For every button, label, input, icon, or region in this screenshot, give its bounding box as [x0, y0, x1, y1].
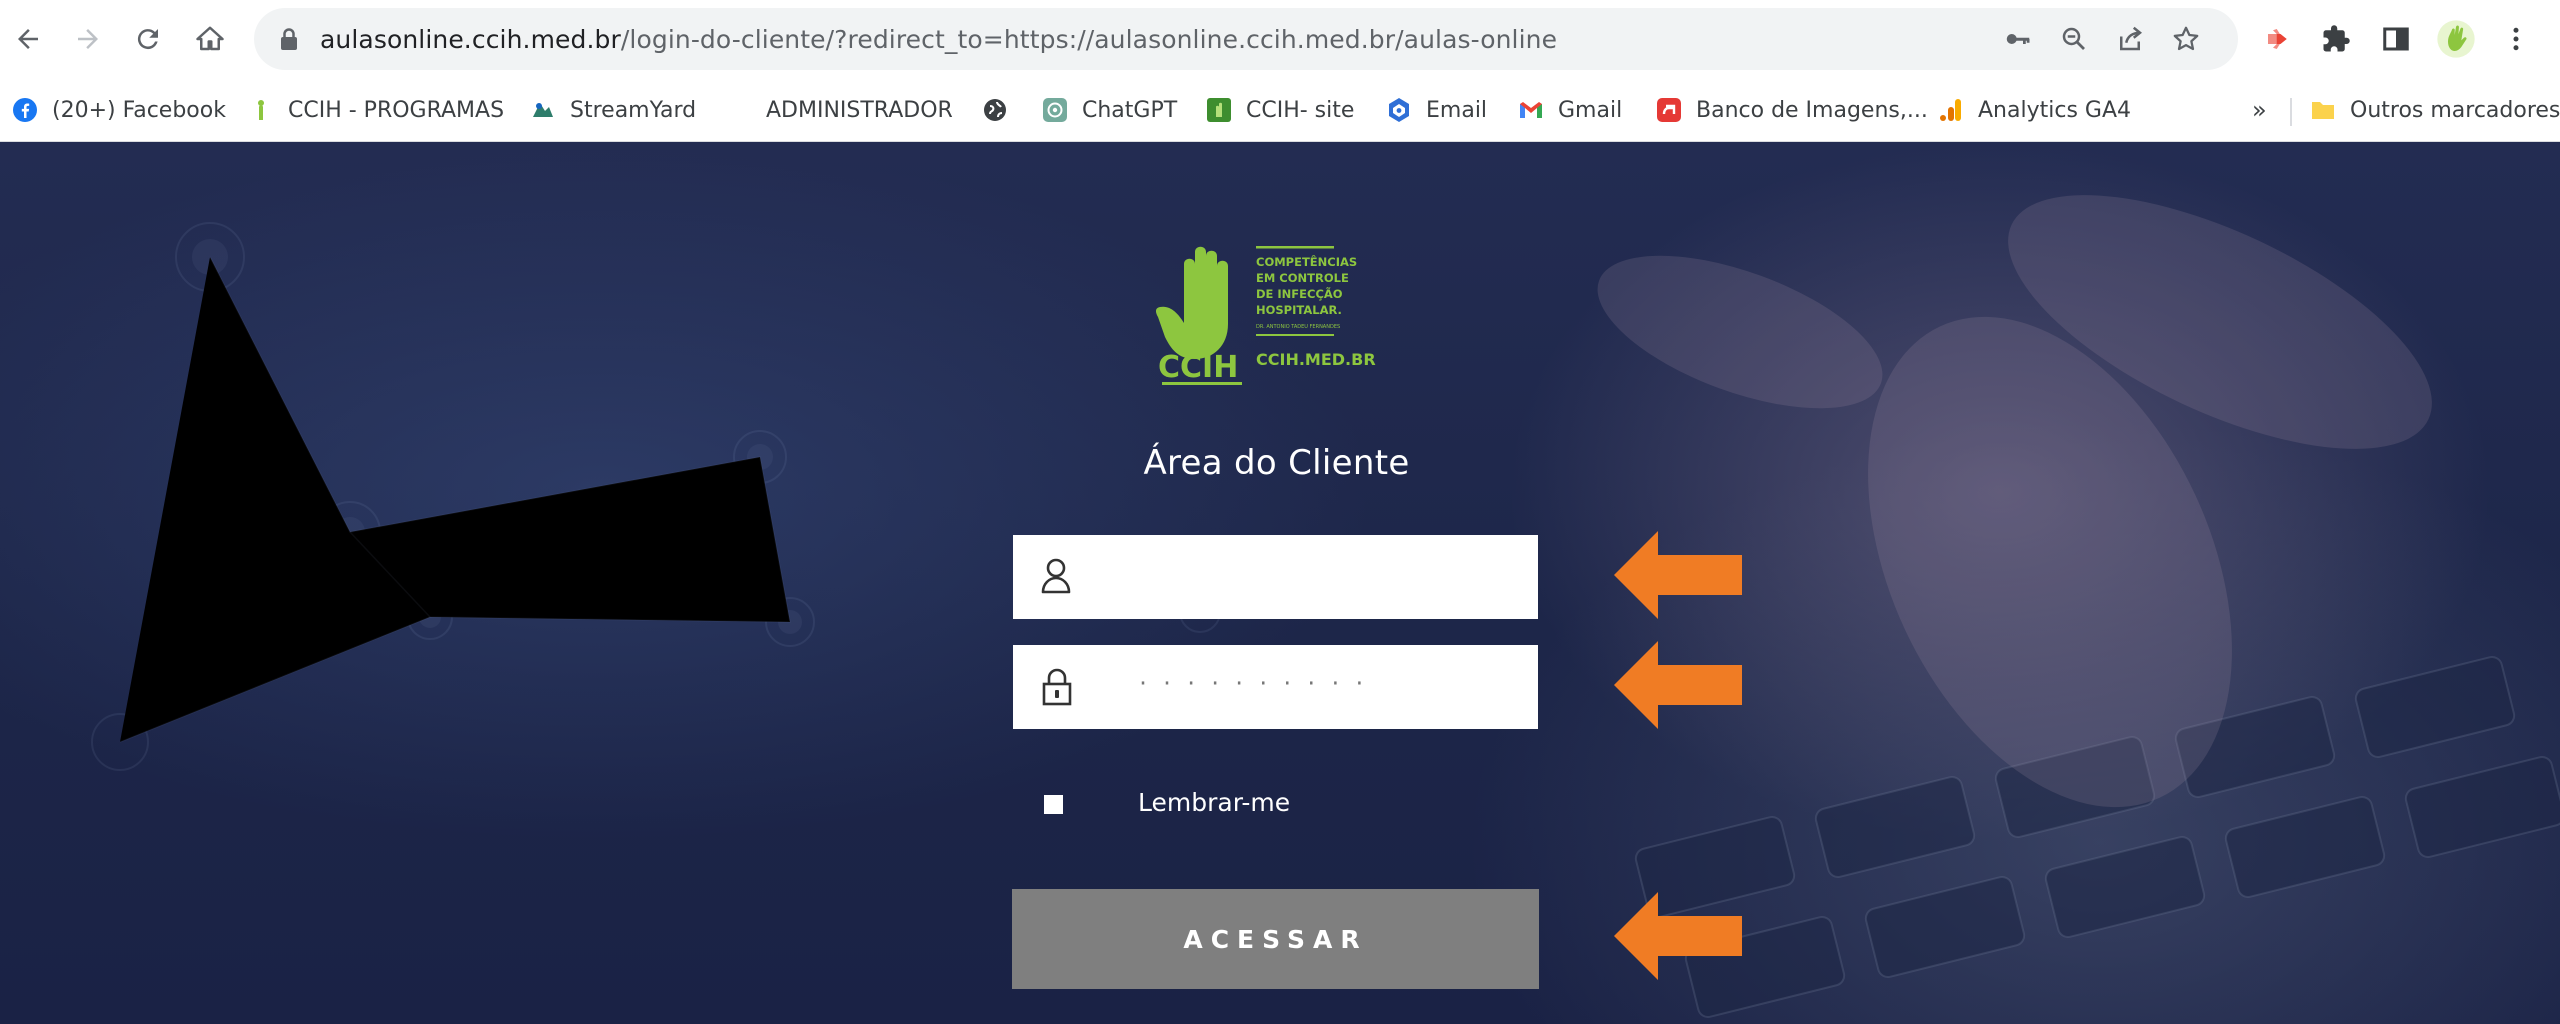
ccih-logo: CCIH COMPETÊNCIAS EM CONTROLE DE INFECÇÃ…: [1156, 246, 1376, 385]
bookmark-label: ADMINISTRADOR: [766, 97, 953, 123]
bookmark-label: (20+) Facebook: [52, 97, 226, 123]
orange-arrow-icon: [1614, 531, 1742, 619]
bookmark-email[interactable]: Email: [1386, 92, 1487, 128]
share-icon[interactable]: [2112, 21, 2148, 57]
bookmark-administrador[interactable]: ADMINISTRADOR: [766, 92, 953, 128]
address-bar[interactable]: aulasonline.ccih.med.br/login-do-cliente…: [254, 8, 2238, 70]
remember-me-label[interactable]: Lembrar-me: [1138, 788, 1290, 817]
password-field[interactable]: ··········: [1013, 645, 1538, 729]
zoom-icon[interactable]: [2056, 21, 2092, 57]
bookmark-banco-imagens[interactable]: Banco de Imagens,...: [1656, 92, 1928, 128]
username-input[interactable]: [1093, 535, 1523, 619]
reload-icon[interactable]: [126, 17, 170, 61]
bookmark-label: CCIH- site: [1246, 97, 1355, 123]
gmail-icon: [1518, 97, 1544, 123]
logo-site: CCIH.MED.BR: [1256, 350, 1376, 369]
bookmark-globe[interactable]: [982, 92, 1022, 128]
chatgpt-icon: [1042, 97, 1068, 123]
url-path: /login-do-cliente/?redirect_to=https://a…: [620, 25, 1558, 54]
folder-icon: [2310, 97, 2336, 123]
logo-brand: CCIH: [1158, 350, 1238, 385]
lock-icon[interactable]: [278, 27, 300, 51]
ccih-icon: [248, 97, 274, 123]
remember-me-row[interactable]: Lembrar-me: [1044, 786, 1290, 822]
globe-icon: [982, 97, 1008, 123]
orange-arrow-icon: [1614, 892, 1742, 980]
bookmark-label: Banco de Imagens,...: [1696, 97, 1928, 123]
bookmark-label: Gmail: [1558, 97, 1623, 123]
access-button[interactable]: ACESSAR: [1012, 889, 1539, 989]
ccih-site-icon: [1206, 97, 1232, 123]
key-icon[interactable]: [2000, 21, 2036, 57]
bookmark-gmail[interactable]: Gmail: [1518, 92, 1622, 128]
side-panel-icon[interactable]: [2376, 19, 2416, 59]
home-icon[interactable]: [188, 17, 232, 61]
password-mask[interactable]: ··········: [1137, 671, 1377, 695]
image-bank-icon: [1656, 97, 1682, 123]
bookmark-chatgpt[interactable]: ChatGPT: [1042, 92, 1177, 128]
bookmark-label: ChatGPT: [1082, 97, 1178, 123]
star-icon[interactable]: [2168, 21, 2204, 57]
bookmark-label: Email: [1426, 97, 1488, 123]
bookmark-streamyard[interactable]: StreamYard: [530, 92, 696, 128]
bookmark-ccih-site[interactable]: CCIH- site: [1206, 92, 1354, 128]
analytics-icon: [1938, 97, 1964, 123]
more-menu-icon[interactable]: [2496, 19, 2536, 59]
profile-icon[interactable]: [2434, 17, 2478, 61]
browser-toolbar: aulasonline.ccih.med.br/login-do-cliente…: [0, 0, 2560, 78]
overflow-chevron: »: [2252, 96, 2267, 124]
user-icon: [1041, 558, 1071, 594]
logo-line4: HOSPITALAR.: [1256, 303, 1342, 317]
logo-line3: DE INFECÇÃO: [1256, 286, 1343, 301]
bookmarks-overflow-button[interactable]: »: [2252, 92, 2267, 128]
back-arrow-icon[interactable]: [6, 17, 50, 61]
email-icon: [1386, 97, 1412, 123]
logo-line5: DR. ANTONIO TADEU FERNANDES: [1256, 324, 1340, 330]
username-field[interactable]: [1013, 535, 1538, 619]
padlock-icon: [1042, 668, 1072, 706]
bookmark-facebook[interactable]: (20+) Facebook: [12, 92, 226, 128]
bookmark-label: StreamYard: [570, 97, 697, 123]
remember-me-checkbox[interactable]: [1044, 794, 1063, 814]
orange-arrow-icon: [1614, 641, 1742, 729]
bookmarks-divider: [2290, 98, 2292, 126]
puzzle-icon[interactable]: [2316, 19, 2356, 59]
extension-icon[interactable]: [2258, 19, 2298, 59]
bookmarks-bar: (20+) Facebook CCIH - PROGRAMAS StreamYa…: [0, 78, 2560, 142]
bookmark-label: CCIH - PROGRAMAS: [288, 97, 505, 123]
facebook-icon: [12, 97, 38, 123]
login-page: CCIH COMPETÊNCIAS EM CONTROLE DE INFECÇÃ…: [0, 142, 2560, 1024]
page-title: Área do Cliente: [1143, 443, 1410, 483]
bookmark-ccih-programas[interactable]: CCIH - PROGRAMAS: [248, 92, 504, 128]
url-text[interactable]: aulasonline.ccih.med.br/login-do-cliente…: [320, 25, 1557, 54]
logo-line1: COMPETÊNCIAS: [1256, 254, 1357, 269]
bookmark-other-folder[interactable]: Outros marcadores: [2310, 92, 2560, 128]
url-host: aulasonline.ccih.med.br: [320, 25, 621, 54]
bookmark-label: Outros marcadores: [2350, 97, 2560, 123]
bookmark-label: Analytics GA4: [1978, 97, 2131, 123]
streamyard-icon: [530, 97, 556, 123]
forward-arrow-icon[interactable]: [66, 17, 110, 61]
bookmark-analytics[interactable]: Analytics GA4: [1938, 92, 2131, 128]
logo-line2: EM CONTROLE: [1256, 271, 1349, 285]
